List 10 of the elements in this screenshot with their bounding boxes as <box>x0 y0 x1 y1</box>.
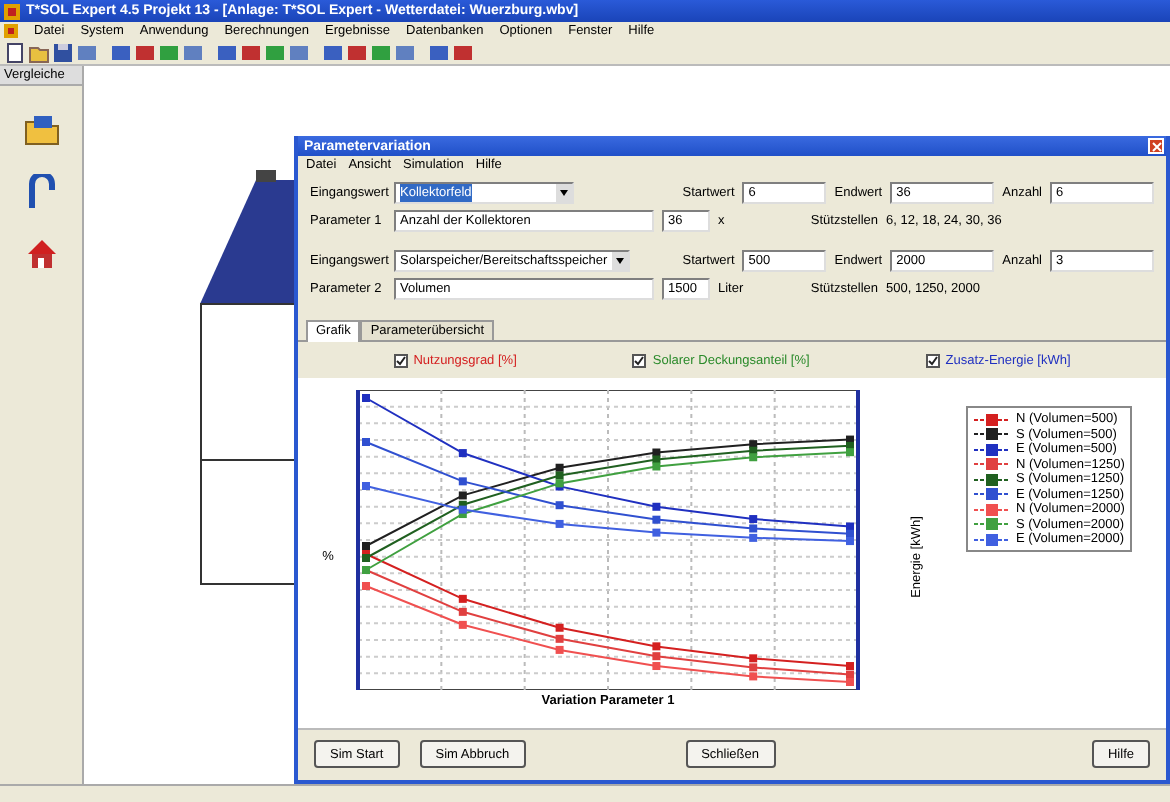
checkbox[interactable] <box>393 354 408 368</box>
close-icon[interactable] <box>1148 138 1164 154</box>
folder-icon[interactable] <box>23 114 59 146</box>
caret-icon[interactable] <box>611 252 628 270</box>
document-icon[interactable] <box>4 41 26 63</box>
house-icon[interactable] <box>25 238 57 270</box>
hook-icon[interactable] <box>25 174 57 210</box>
caret-icon[interactable] <box>556 184 572 202</box>
checkbox[interactable] <box>925 354 940 368</box>
checkbox[interactable] <box>632 354 647 368</box>
